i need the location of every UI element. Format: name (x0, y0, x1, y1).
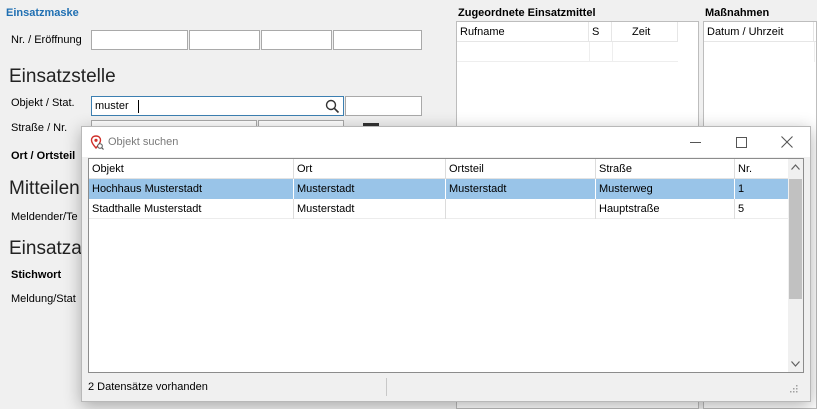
close-button[interactable] (764, 127, 810, 157)
minimize-button[interactable] (672, 127, 718, 157)
massnahmen-title: Maßnahmen (705, 7, 770, 19)
cell-ort: Musterstadt (294, 199, 446, 219)
close-icon (781, 136, 793, 148)
search-icon[interactable] (325, 99, 340, 114)
objekt-label: Objekt / Stat. (11, 97, 75, 109)
objekt-results-grid[interactable]: Objekt Ort Ortsteil Straße Nr. Hochhaus … (88, 158, 804, 373)
section-mitteilende: Mitteilen (9, 178, 80, 199)
form-title: Einsatzmaske (6, 7, 79, 19)
dialog-title: Objekt suchen (108, 136, 179, 148)
ortsteil-label: Ort / Ortsteil (11, 150, 76, 162)
objekt-input[interactable]: muster (91, 96, 344, 116)
maximize-button[interactable] (718, 127, 764, 157)
cell-ortsteil: Musterstadt (446, 179, 596, 199)
scroll-down-icon[interactable] (791, 361, 800, 367)
column-header-nr[interactable]: Nr. (735, 159, 789, 179)
column-header[interactable]: Zeit (612, 22, 678, 42)
massnahmen-header: Datum / Uhrzeit (704, 22, 816, 42)
nr-field-2[interactable] (189, 30, 260, 50)
einsatzmittel-title: Zugeordnete Einsatzmittel (458, 7, 596, 19)
column-header-objekt[interactable]: Objekt (89, 159, 294, 179)
meldung-label: Meldung/Stat (11, 293, 76, 305)
strasse-label: Straße / Nr. (11, 122, 68, 134)
nr-field-1[interactable] (91, 30, 188, 50)
status-bar: 2 Datensätze vorhanden (88, 377, 804, 397)
column-header-ort[interactable]: Ort (294, 159, 446, 179)
table-row[interactable]: Hochhaus Musterstadt Musterstadt Musters… (89, 179, 789, 199)
cell-objekt: Stadthalle Musterstadt (89, 199, 294, 219)
section-einsatzart: Einsatza (9, 238, 82, 259)
status-divider (386, 378, 387, 396)
section-einsatzstelle: Einsatzstelle (9, 66, 116, 87)
dialog-titlebar[interactable]: Objekt suchen (82, 127, 810, 157)
melder-label: Meldender/Te (11, 211, 78, 223)
nr-field-3[interactable] (261, 30, 332, 50)
column-header-ortsteil[interactable]: Ortsteil (446, 159, 596, 179)
table-row[interactable]: Stadthalle Musterstadt Musterstadt Haupt… (89, 199, 789, 219)
status-text: 2 Datensätze vorhanden (88, 381, 208, 393)
cell-nr: 5 (738, 203, 745, 215)
objekt-suchen-dialog: Objekt suchen Objekt Ort Ortsteil Straße… (81, 126, 811, 402)
map-pin-search-icon (90, 135, 104, 150)
column-header[interactable]: Rufname (457, 22, 589, 42)
column-header-strasse[interactable]: Straße (596, 159, 735, 179)
cell-ortsteil (446, 199, 596, 219)
column-header[interactable]: Datum / Uhrzeit (704, 22, 814, 42)
scroll-up-icon[interactable] (791, 164, 800, 170)
cell-ort: Musterstadt (294, 179, 446, 199)
scrollbar-thumb[interactable] (789, 179, 802, 299)
stichwort-label: Stichwort (11, 269, 62, 281)
nr-label: Nr. / Eröffnung (11, 34, 82, 46)
vertical-scrollbar[interactable] (788, 159, 803, 372)
table-row (457, 42, 678, 62)
minimize-icon (689, 141, 701, 143)
einsatzmittel-header: Rufname S Zeit (457, 22, 678, 42)
column-header[interactable]: S (589, 22, 612, 42)
cell-objekt: Hochhaus Musterstadt (89, 179, 294, 199)
objekt-input-value: muster (95, 100, 129, 112)
station-field[interactable] (345, 96, 422, 116)
grid-header: Objekt Ort Ortsteil Straße Nr. (89, 159, 789, 179)
cell-nr: 1 (738, 183, 745, 195)
cell-strasse: Musterweg (596, 179, 735, 199)
cell-strasse: Hauptstraße (596, 199, 735, 219)
eroeffnung-field[interactable] (333, 30, 422, 50)
text-cursor (138, 100, 139, 113)
maximize-icon (735, 136, 747, 148)
resize-grip-icon[interactable] (790, 385, 798, 393)
